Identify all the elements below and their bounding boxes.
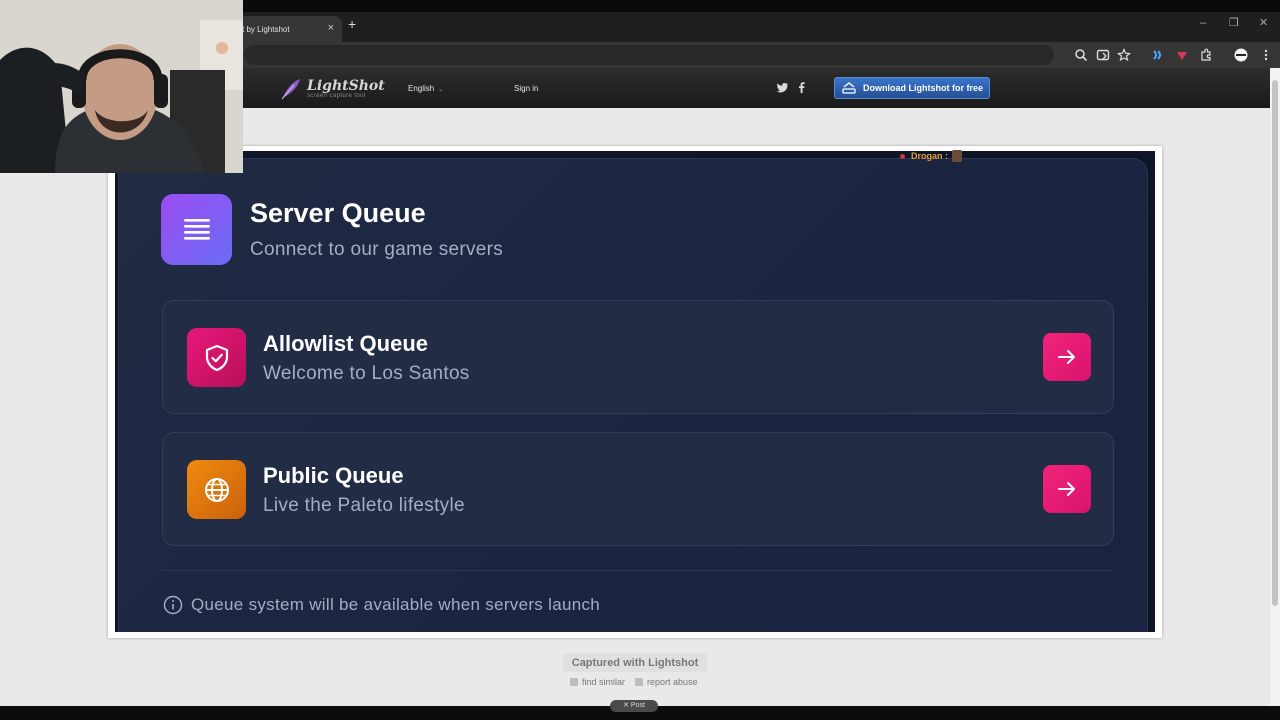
star-icon[interactable] [1117,48,1131,62]
info-icon [163,595,183,615]
zoom-icon[interactable] [1074,48,1088,62]
twitter-icon[interactable] [776,81,789,94]
address-field[interactable] [244,45,1054,65]
find-similar-link[interactable]: find similar [570,677,625,687]
download-lightshot-button[interactable]: Download Lightshot for free [834,77,990,99]
webcam-overlay [0,0,243,173]
tab-close-icon[interactable]: × [328,22,334,34]
logo-title: LightShot [307,78,385,94]
tab-title: t by Lightshot [242,24,290,34]
overlay-user-tag: Drogan : [900,150,962,162]
card-title: Allowlist Queue [263,331,429,356]
card-title: Public Queue [263,463,404,488]
page-subtitle: Connect to our game servers [250,239,504,260]
extension-red-icon[interactable] [1175,48,1189,62]
card-subtitle: Live the Paleto lifestyle [263,495,465,516]
overlay-user-name: Drogan : [911,151,948,161]
language-label: English [408,84,435,93]
arrow-right-icon [1058,482,1075,496]
image-icon [570,678,578,686]
extension-blue-icon[interactable] [1150,48,1164,62]
minimize-button[interactable]: – [1200,17,1206,29]
flag-icon [635,678,644,686]
feather-icon [281,79,300,100]
lightshot-logo[interactable]: LightShot screen capture tool [280,77,385,101]
arrow-right-icon [1058,350,1075,364]
card-subtitle: Welcome to Los Santos [263,363,470,384]
chevron-down-icon: ⌄ [438,87,444,93]
language-select[interactable]: English ⌄ [408,84,443,93]
download-icon [842,82,856,94]
restore-button[interactable]: ❐ [1229,17,1239,29]
download-label: Download Lightshot for free [863,83,983,93]
sign-in-link[interactable]: Sign in [514,84,538,93]
facebook-icon[interactable] [795,81,808,94]
new-tab-button[interactable]: + [348,17,356,31]
report-abuse-label: report abuse [647,677,698,687]
profile-icon[interactable] [1234,48,1248,62]
join-allowlist-button[interactable] [1043,333,1091,381]
puzzle-icon[interactable] [1199,48,1213,62]
find-similar-label: find similar [582,677,626,687]
public-queue-card[interactable]: Public Queue Live the Paleto lifestyle [162,432,1114,546]
streamer-webcam-image [0,0,243,173]
info-notice: Queue system will be available when serv… [163,595,600,615]
scrollbar-thumb[interactable] [1272,80,1278,606]
divider [162,570,1114,571]
globe-icon [187,460,246,519]
page-scrollbar[interactable] [1270,68,1280,708]
shield-check-icon [187,328,246,387]
cast-icon[interactable] [1096,48,1110,62]
post-button[interactable]: ✕ Post [610,700,658,712]
allowlist-queue-card[interactable]: Allowlist Queue Welcome to Los Santos [162,300,1114,414]
avatar [952,150,962,162]
join-public-button[interactable] [1043,465,1091,513]
report-abuse-link[interactable]: report abuse [635,677,698,687]
captured-with-lightshot[interactable]: Captured with Lightshot [563,653,707,672]
footer-links: find similar report abuse [570,677,698,687]
server-list-icon [161,194,232,265]
close-window-button[interactable]: ✕ [1259,17,1268,29]
menu-icon[interactable] [1259,48,1273,62]
page-title: Server Queue [250,198,426,228]
info-text: Queue system will be available when serv… [191,595,601,614]
status-dot [900,153,905,159]
active-tab[interactable]: t by Lightshot × [232,16,342,42]
